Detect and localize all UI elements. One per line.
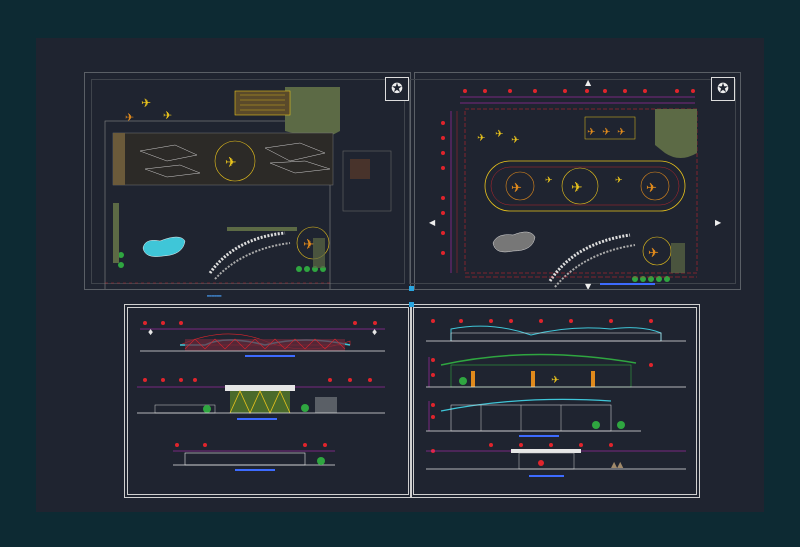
elevations-drawing: ♦ ♦ [137, 321, 385, 471]
svg-text:▶: ▶ [715, 218, 722, 227]
site-plan-drawing: ✈ ✈ ✈ ✈ ✈ [104, 87, 392, 289]
svg-text:✈: ✈ [511, 135, 519, 146]
svg-text:✈: ✈ [571, 180, 583, 196]
svg-text:✈: ✈ [617, 127, 625, 138]
svg-text:✈: ✈ [303, 237, 315, 253]
site-plan-title-mark: ▬▬▬▬▬▬ [207, 293, 222, 298]
svg-text:▲▲: ▲▲ [611, 460, 624, 469]
svg-text:✈: ✈ [225, 155, 237, 171]
floor-plan-drawing: ✈ ✈ ✈ ✈ ✈ ✈ ✈ ✈ ✈ ✈ ✈ ✈ ◀ ▶ ▲ ▼ [429, 78, 722, 289]
svg-text:✈: ✈ [125, 111, 134, 124]
svg-text:✈: ✈ [551, 375, 559, 386]
svg-text:✈: ✈ [163, 109, 172, 122]
site-plan-sheet[interactable]: ✪ ✈ ✈ ✈ ✈ ✈ ▬▬▬▬▬▬ [84, 72, 411, 298]
elevations-sheet[interactable]: ♦ ♦ [124, 304, 412, 498]
svg-text:✈: ✈ [602, 127, 610, 138]
svg-text:◀: ◀ [429, 218, 436, 227]
svg-text:✈: ✈ [511, 181, 522, 196]
svg-text:✈: ✈ [615, 176, 623, 186]
sections-drawing: ✈ ▲▲ [426, 319, 686, 477]
cad-drawing-viewport[interactable]: ✪ ✈ ✈ ✈ ✈ ✈ ▬▬▬▬▬▬ ✪ ✈ ✈ ✈ ✈ ✈ ✈ ✈ ✈ ✈ ✈… [36, 38, 764, 512]
svg-text:♦: ♦ [147, 328, 154, 337]
svg-text:✈: ✈ [141, 96, 151, 110]
svg-text:✈: ✈ [648, 246, 659, 261]
svg-text:♦: ♦ [371, 328, 378, 337]
svg-text:▲: ▲ [585, 78, 592, 87]
svg-text:✈: ✈ [477, 133, 485, 144]
selection-grip[interactable] [409, 302, 414, 307]
svg-text:▼: ▼ [585, 282, 592, 289]
svg-text:✈: ✈ [545, 176, 553, 186]
sections-sheet[interactable]: ✈ ▲▲ [410, 304, 700, 498]
selection-grip[interactable] [409, 286, 414, 291]
svg-text:✈: ✈ [646, 181, 657, 196]
svg-text:✈: ✈ [495, 129, 503, 140]
floor-plan-sheet[interactable]: ✪ ✈ ✈ ✈ ✈ ✈ ✈ ✈ ✈ ✈ ✈ ✈ ✈ ◀ ▶ ▲ ▼ [409, 72, 741, 290]
svg-text:✈: ✈ [587, 127, 595, 138]
